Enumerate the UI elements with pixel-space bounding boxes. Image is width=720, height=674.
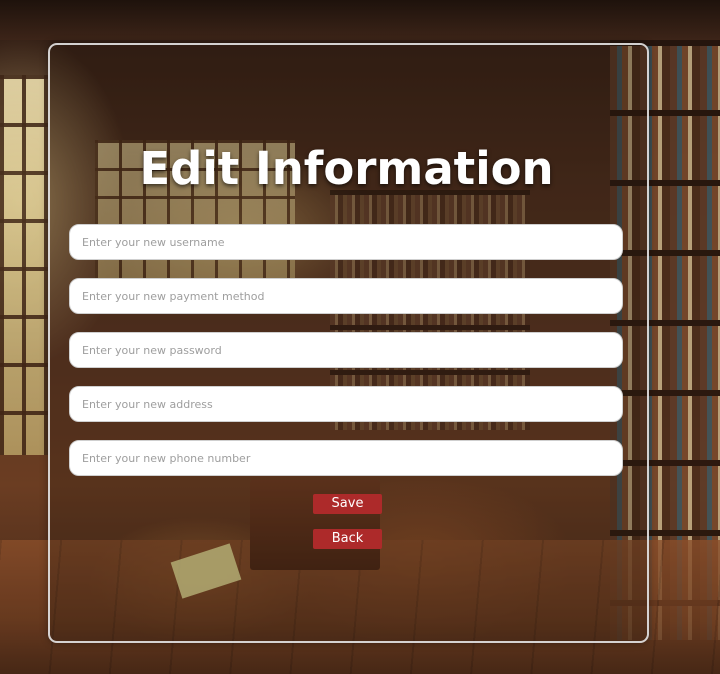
phone-number-input[interactable] [69,440,623,476]
ceiling-beam [0,0,720,40]
page-title: Edit Information [139,142,554,195]
username-input[interactable] [69,224,623,260]
window-left [0,75,48,455]
save-button[interactable]: Save [313,494,382,514]
address-input[interactable] [69,386,623,422]
password-input[interactable] [69,332,623,368]
payment-method-input[interactable] [69,278,623,314]
back-button[interactable]: Back [313,529,382,549]
